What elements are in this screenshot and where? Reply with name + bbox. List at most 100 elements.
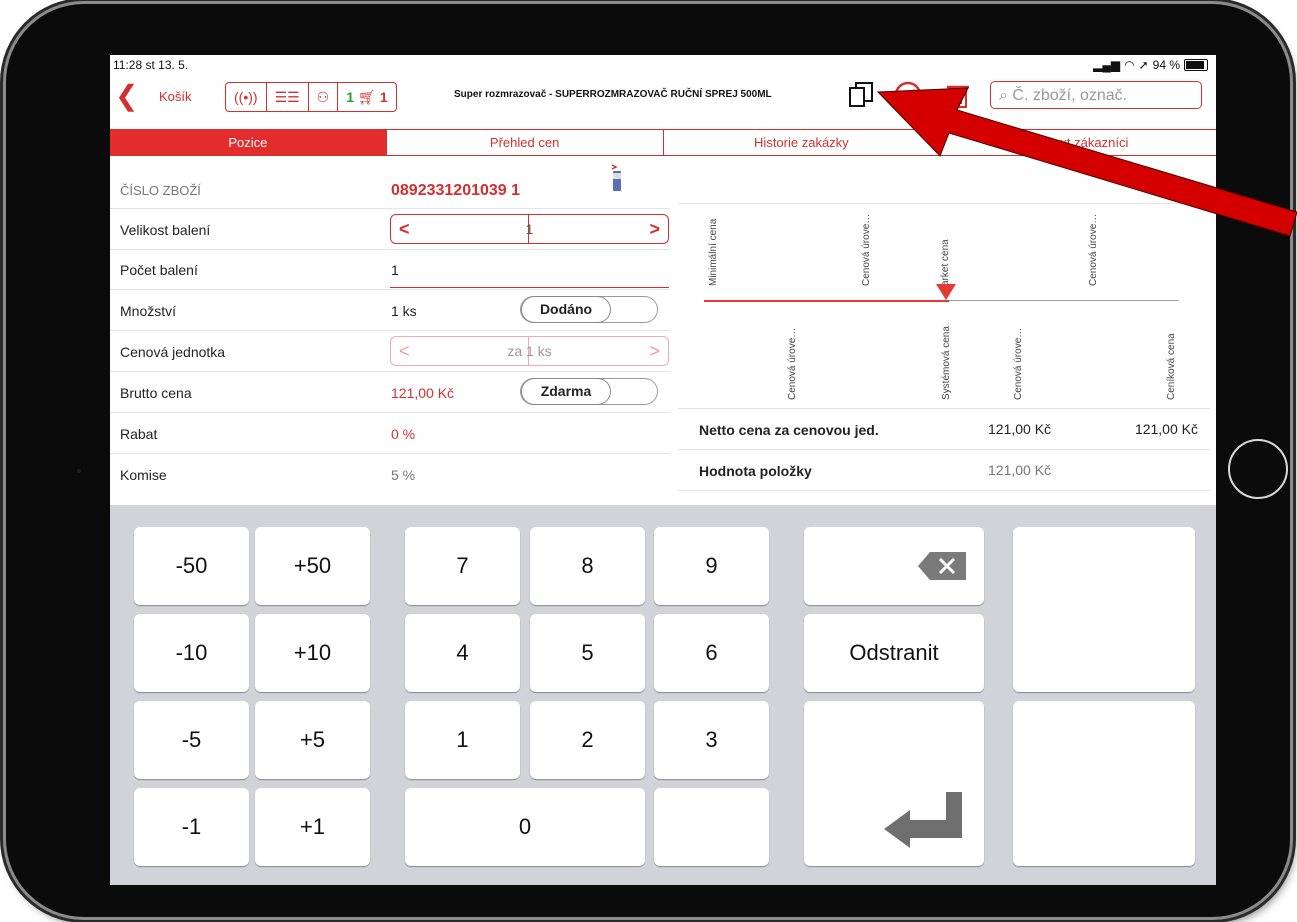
key-backspace[interactable] bbox=[804, 527, 984, 605]
key-plus-5[interactable]: +5 bbox=[255, 701, 370, 779]
pack-size-label: Velikost balení bbox=[120, 222, 211, 238]
tab-position[interactable]: Pozice bbox=[110, 130, 387, 155]
price-label-level3: Cenová úrove… bbox=[787, 327, 798, 400]
key-7[interactable]: 7 bbox=[405, 527, 520, 605]
net-price-list-value: 121,00 Kč bbox=[1134, 421, 1198, 437]
key-1[interactable]: 1 bbox=[405, 701, 520, 779]
camera bbox=[77, 469, 81, 473]
key-4[interactable]: 4 bbox=[405, 614, 520, 692]
free-label: Zdarma bbox=[521, 378, 611, 405]
key-empty-bottom bbox=[1013, 701, 1195, 866]
location-icon: ➚ bbox=[1138, 58, 1149, 72]
copy-icon[interactable] bbox=[846, 80, 876, 110]
key-9[interactable]: 9 bbox=[654, 527, 769, 605]
pack-size-value: 1 bbox=[525, 221, 534, 237]
price-label-level4: Cenová úrove… bbox=[1013, 327, 1024, 400]
key-minus-50[interactable]: -50 bbox=[134, 527, 249, 605]
price-unit-value: za 1 ks bbox=[507, 343, 552, 359]
discount-row: Rabat 0 % bbox=[110, 413, 670, 454]
home-button[interactable] bbox=[1228, 439, 1288, 499]
price-unit-stepper[interactable]: < za 1 ks > bbox=[390, 336, 669, 366]
item-number-label: ČÍSLO ZBOŽÍ bbox=[120, 183, 201, 198]
key-blank bbox=[654, 788, 769, 866]
list-icon[interactable]: ☰☰ bbox=[267, 83, 309, 111]
increment-icon[interactable]: > bbox=[649, 341, 660, 362]
enter-key[interactable] bbox=[804, 701, 984, 866]
confirm-check-icon[interactable] bbox=[893, 80, 923, 110]
price-label-market: arket cena bbox=[940, 239, 951, 286]
commission-label: Komise bbox=[120, 467, 167, 483]
price-unit-row: Cenová jednotka < za 1 ks > bbox=[110, 331, 670, 372]
signal-icon: ▂▄▆ bbox=[1093, 58, 1121, 72]
search-input[interactable]: ⌕ Č. zboží, označ. bbox=[990, 81, 1202, 109]
toolbar-segment: ((•)) ☰☰ ⚇ 1 🛒︎ 1 bbox=[225, 82, 397, 112]
cart-button[interactable]: 1 🛒︎ 1 bbox=[338, 83, 395, 111]
gross-price-value[interactable]: 121,00 Kč bbox=[391, 385, 454, 401]
tab-customer-infotext[interactable]: Infotext zákazníci bbox=[940, 130, 1216, 155]
key-6[interactable]: 6 bbox=[654, 614, 769, 692]
customer-icon[interactable]: ⚇ bbox=[309, 83, 339, 111]
search-icon: ⌕ bbox=[999, 87, 1013, 104]
key-plus-50[interactable]: +50 bbox=[255, 527, 370, 605]
tab-price-overview[interactable]: Přehled cen bbox=[387, 130, 664, 155]
pack-count-row: Počet balení 1 bbox=[110, 249, 670, 290]
wifi-icon: ◠ bbox=[1124, 58, 1135, 72]
key-minus-10[interactable]: -10 bbox=[134, 614, 249, 692]
key-plus-10[interactable]: +10 bbox=[255, 614, 370, 692]
gross-price-row: Brutto cena 121,00 Kč Zdarma bbox=[110, 372, 670, 413]
key-empty-top bbox=[1013, 527, 1195, 692]
battery-icon bbox=[1184, 59, 1208, 71]
delivered-toggle[interactable]: Dodáno bbox=[520, 296, 658, 323]
net-price-value: 121,00 Kč bbox=[988, 421, 1052, 437]
status-time: 11:28 st 13. 5. bbox=[113, 58, 189, 72]
price-label-system: Systémová cena bbox=[941, 326, 952, 400]
price-label-list: Ceníková cena bbox=[1166, 333, 1177, 400]
price-marker-icon bbox=[936, 284, 956, 300]
remove-button[interactable]: Odstranit bbox=[804, 614, 984, 692]
net-price-row: Netto cena za cenovou jed. 121,00 Kč 121… bbox=[678, 408, 1210, 449]
quantity-label: Množství bbox=[120, 303, 177, 319]
numeric-keypad: -50 +50 -10 +10 -5 +5 -1 +1 7 8 9 4 5 6 … bbox=[110, 505, 1216, 885]
price-label-level2: Cenová úrove… bbox=[1088, 213, 1099, 286]
price-unit-label: Cenová jednotka bbox=[120, 344, 226, 360]
item-value: 121,00 Kč bbox=[988, 462, 1052, 478]
product-thumbnail-icon bbox=[611, 164, 621, 191]
key-2[interactable]: 2 bbox=[530, 701, 645, 779]
pack-count-input[interactable]: 1 bbox=[391, 262, 399, 278]
search-placeholder: Č. zboží, označ. bbox=[1012, 87, 1128, 104]
status-indicators: ▂▄▆ ◠ ➚ 94 % bbox=[1093, 58, 1208, 72]
key-3[interactable]: 3 bbox=[654, 701, 769, 779]
price-level-chart: Minimální cena Cenová úrove… arket cena … bbox=[678, 203, 1210, 409]
status-bar: 11:28 st 13. 5. ▂▄▆ ◠ ➚ 94 % bbox=[110, 55, 1216, 77]
app-screen: 11:28 st 13. 5. ▂▄▆ ◠ ➚ 94 % ❮ Košík ((•… bbox=[110, 55, 1216, 885]
cart-icon: 🛒︎ bbox=[358, 89, 376, 105]
key-8[interactable]: 8 bbox=[530, 527, 645, 605]
gross-price-label: Brutto cena bbox=[120, 385, 192, 401]
cart-count-green: 1 bbox=[346, 89, 355, 105]
key-0[interactable]: 0 bbox=[405, 788, 645, 866]
key-plus-1[interactable]: +1 bbox=[255, 788, 370, 866]
free-toggle[interactable]: Zdarma bbox=[520, 378, 658, 405]
item-value-label: Hodnota položky bbox=[699, 463, 812, 479]
key-minus-1[interactable]: -1 bbox=[134, 788, 249, 866]
commission-value: 5 % bbox=[391, 467, 416, 483]
item-number: 0892331201039 1 bbox=[391, 182, 521, 199]
product-title: Super rozmrazovač - SUPERROZMRAZOVAČ RUČ… bbox=[454, 89, 772, 100]
cart-count-red: 1 bbox=[379, 89, 388, 105]
back-button[interactable]: Košík bbox=[159, 89, 192, 104]
quantity-value: 1 ks bbox=[391, 303, 417, 319]
pack-size-row: Velikost balení < 1 > bbox=[110, 208, 670, 250]
key-5[interactable]: 5 bbox=[530, 614, 645, 692]
discount-label: Rabat bbox=[120, 426, 158, 442]
price-label-level1: Cenová úrove… bbox=[861, 213, 872, 286]
sync-icon[interactable]: ((•)) bbox=[226, 83, 267, 111]
pack-size-stepper[interactable]: < 1 > bbox=[390, 214, 669, 244]
toolbar: ❮ Košík ((•)) ☰☰ ⚇ 1 🛒︎ 1 Super rozmrazo… bbox=[110, 77, 1216, 121]
back-chevron-icon[interactable]: ❮ bbox=[115, 82, 138, 110]
key-minus-5[interactable]: -5 bbox=[134, 701, 249, 779]
discount-value[interactable]: 0 % bbox=[391, 426, 415, 442]
price-label-min: Minimální cena bbox=[708, 218, 719, 286]
increment-icon[interactable]: > bbox=[649, 219, 660, 240]
trash-icon[interactable] bbox=[943, 80, 973, 110]
tab-order-history[interactable]: Historie zakázky bbox=[664, 130, 941, 155]
